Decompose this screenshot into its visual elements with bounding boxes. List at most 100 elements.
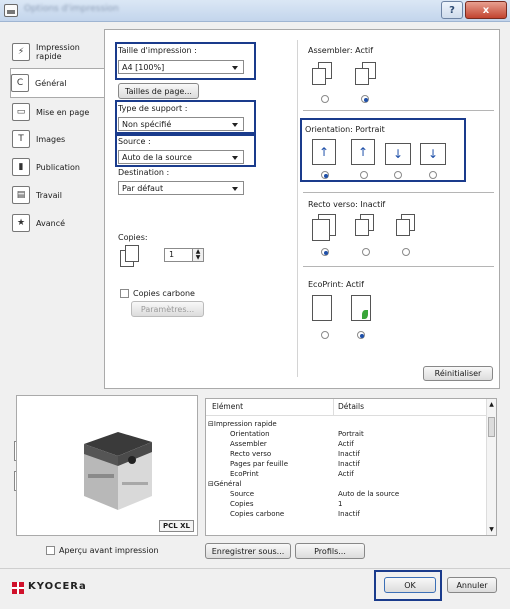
separator xyxy=(303,266,494,267)
orientation-landscape-rotated-radio[interactable] xyxy=(429,171,437,179)
window-title: Options d'impression xyxy=(24,4,119,14)
save-as-button[interactable]: Enregistrer sous... xyxy=(205,543,291,559)
profiles-button[interactable]: Profils... xyxy=(295,543,365,559)
portrait-icon[interactable]: ↑ xyxy=(312,139,336,165)
list-item-detail: Inactif xyxy=(338,450,360,458)
copies-spinner[interactable]: ▲ ▼ xyxy=(192,248,204,262)
general-icon: C xyxy=(11,74,29,92)
settings-summary-list: Elément Détails ⊟Impression rapide Orien… xyxy=(205,398,497,536)
layout-icon: ▭ xyxy=(12,103,30,121)
header-divider xyxy=(333,399,334,415)
duplex-off-page-icon xyxy=(312,219,330,241)
preview-checkbox[interactable] xyxy=(46,546,55,555)
collate-off-page-icon xyxy=(312,68,326,85)
ecoprint-off-radio[interactable] xyxy=(321,331,329,339)
duplex-long-page-icon xyxy=(355,219,369,236)
ok-button[interactable]: OK xyxy=(384,577,436,593)
tab-quick-print[interactable]: ⚡ Impression rapide xyxy=(12,40,105,64)
pcl-xl-badge: PCL XL xyxy=(159,520,194,532)
portrait-rotated-icon[interactable]: ↑ xyxy=(351,139,375,165)
list-item-detail: 1 xyxy=(338,500,343,508)
cancel-button[interactable]: Annuler xyxy=(447,577,497,593)
orientation-portrait-radio[interactable] xyxy=(321,171,329,179)
media-type-label: Type de support : xyxy=(118,104,188,113)
collate-off-radio[interactable] xyxy=(321,95,329,103)
carbon-settings-button[interactable]: Paramètres... xyxy=(131,301,204,317)
list-item[interactable]: Recto verso xyxy=(230,450,271,459)
collate-on-page-icon xyxy=(355,68,369,85)
kyocera-logo: KYOCERa xyxy=(28,581,87,592)
header-divider xyxy=(206,415,488,416)
tab-general[interactable]: C Général xyxy=(10,68,107,98)
title-bar: Options d'impression ? x xyxy=(0,0,510,22)
reset-button[interactable]: Réinitialiser xyxy=(423,366,493,381)
images-icon: T xyxy=(12,130,30,148)
help-button[interactable]: ? xyxy=(441,1,463,19)
list-item[interactable]: Copies xyxy=(230,500,254,509)
collate-label: Assembler: Actif xyxy=(308,46,374,55)
list-item[interactable]: Pages par feuille xyxy=(230,460,288,469)
list-item-detail: Actif xyxy=(338,470,354,478)
list-item[interactable]: ⊟Impression rapide xyxy=(208,420,277,429)
list-item[interactable]: Copies carbone xyxy=(230,510,284,519)
list-item-detail: Inactif xyxy=(338,460,360,468)
collate-on-radio[interactable] xyxy=(361,95,369,103)
col-details-header: Détails xyxy=(338,402,365,411)
list-item[interactable]: Orientation xyxy=(230,430,270,439)
tab-label: Impression rapide xyxy=(36,43,80,61)
close-button[interactable]: x xyxy=(465,1,507,19)
list-item-detail: Portrait xyxy=(338,430,364,438)
printer-image xyxy=(78,430,156,514)
list-item[interactable]: Source xyxy=(230,490,254,499)
summary-scrollbar[interactable]: ▲ ▼ xyxy=(486,399,496,535)
list-item-detail: Actif xyxy=(338,440,354,448)
quick-print-icon: ⚡ xyxy=(12,43,30,61)
tab-label: Avancé xyxy=(36,218,66,228)
orientation-portrait-rotated-radio[interactable] xyxy=(360,171,368,179)
list-item-detail: Inactif xyxy=(338,510,360,518)
tab-images[interactable]: T Images xyxy=(12,127,105,151)
duplex-short-radio[interactable] xyxy=(402,248,410,256)
publishing-icon: ▮ xyxy=(12,158,30,176)
leaf-icon xyxy=(362,310,368,319)
advanced-icon: ★ xyxy=(12,214,30,232)
preview-checkbox-label: Aperçu avant impression xyxy=(59,546,159,555)
media-type-select[interactable]: Non spécifié xyxy=(118,117,244,131)
carbon-copies-checkbox[interactable] xyxy=(120,289,129,298)
scroll-up-icon[interactable]: ▲ xyxy=(488,401,495,408)
carbon-copies-label: Copies carbone xyxy=(133,289,195,298)
separator xyxy=(303,110,494,111)
tab-label: Général xyxy=(35,78,67,88)
tab-publishing[interactable]: ▮ Publication xyxy=(12,155,105,179)
panel-divider xyxy=(297,40,298,377)
duplex-off-radio[interactable] xyxy=(321,248,329,256)
duplex-long-radio[interactable] xyxy=(362,248,370,256)
copies-page-icon xyxy=(125,245,139,262)
duplex-label: Recto verso: Inactif xyxy=(308,200,386,209)
list-item-detail: Auto de la source xyxy=(338,490,400,498)
scroll-thumb[interactable] xyxy=(488,417,495,437)
job-icon: ▤ xyxy=(12,186,30,204)
page-sizes-button[interactable]: Tailles de page... xyxy=(118,83,199,99)
tab-advanced[interactable]: ★ Avancé xyxy=(12,211,105,235)
kyocera-logo-icon xyxy=(12,582,24,594)
scroll-down-icon[interactable]: ▼ xyxy=(488,526,495,533)
orientation-landscape-radio[interactable] xyxy=(394,171,402,179)
ecoprint-on-radio[interactable] xyxy=(357,331,365,339)
tab-job[interactable]: ▤ Travail xyxy=(12,183,105,207)
list-item[interactable]: Assembler xyxy=(230,440,267,449)
source-select[interactable]: Auto de la source xyxy=(118,150,244,164)
list-item[interactable]: EcoPrint xyxy=(230,470,259,479)
source-label: Source : xyxy=(118,137,151,146)
paper-size-label: Taille d'impression : xyxy=(118,46,197,55)
tab-layout[interactable]: ▭ Mise en page xyxy=(12,100,105,124)
landscape-icon[interactable]: ↓ xyxy=(385,143,411,165)
destination-label: Destination : xyxy=(118,168,170,177)
paper-size-select[interactable]: A4 [100%] xyxy=(118,60,244,74)
destination-select[interactable]: Par défaut xyxy=(118,181,244,195)
list-item[interactable]: ⊟Général xyxy=(208,480,241,489)
duplex-short-page-icon xyxy=(396,219,410,236)
tab-label: Travail xyxy=(36,190,62,200)
landscape-rotated-icon[interactable]: ↓ xyxy=(420,143,446,165)
ecoprint-on-page-icon xyxy=(351,295,371,321)
